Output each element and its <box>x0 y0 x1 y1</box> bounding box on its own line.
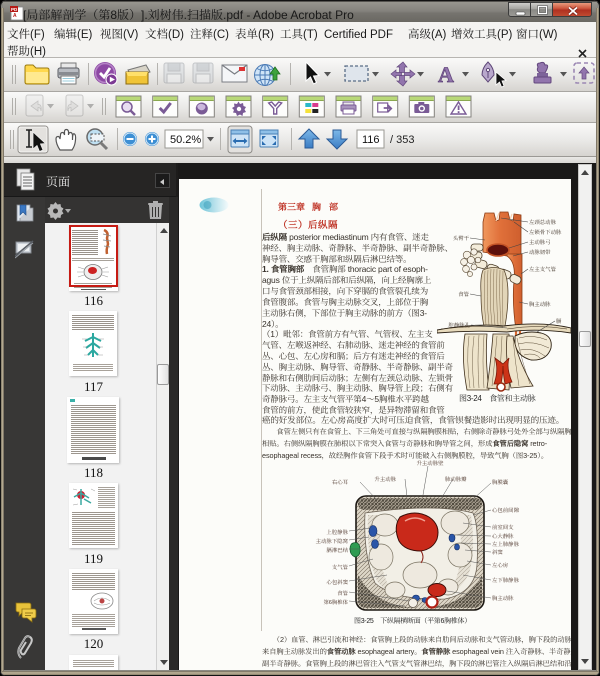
svg-text:斜窦: 斜窦 <box>492 548 503 556</box>
svg-text:左下肺静脉: 左下肺静脉 <box>492 576 520 584</box>
svg-text:心大静脉: 心大静脉 <box>492 532 514 540</box>
svg-text:主动脉下隐窝: 主动脉下隐窝 <box>316 537 349 545</box>
svg-text:肺动脉瓣: 肺动脉瓣 <box>445 475 467 483</box>
svg-text:膈淋巴结: 膈淋巴结 <box>326 546 348 554</box>
svg-text:/ 353: / 353 <box>390 131 414 147</box>
svg-text:升主动脉: 升主动脉 <box>374 475 396 483</box>
svg-text:左锁骨下动脉: 左锁骨下动脉 <box>529 228 562 236</box>
svg-text:上腔静脉: 上腔静脉 <box>326 528 348 536</box>
svg-text:左上肺静脉: 左上肺静脉 <box>492 540 520 548</box>
svg-text:左主支气管: 左主支气管 <box>529 265 557 273</box>
svg-text:A: A <box>438 62 454 87</box>
svg-text:前室间支: 前室间支 <box>492 523 514 531</box>
svg-text:动脉韧带: 动脉韧带 <box>529 248 551 256</box>
svg-text:心包前间隙: 心包前间隙 <box>492 506 520 514</box>
svg-text:左颈总动脉: 左颈总动脉 <box>529 218 557 226</box>
svg-text:第6胸椎体: 第6胸椎体 <box>323 598 348 606</box>
svg-text:支气管: 支气管 <box>332 563 349 571</box>
svg-text:膈: 膈 <box>556 317 562 325</box>
svg-text:右心耳: 右心耳 <box>332 478 349 486</box>
svg-text:心包斜窦: 心包斜窦 <box>326 578 348 586</box>
svg-text:腔静脉孔: 腔静脉孔 <box>448 321 470 329</box>
svg-text:116: 116 <box>362 131 380 147</box>
svg-text:食管: 食管 <box>458 290 469 298</box>
svg-text:胸主动脉: 胸主动脉 <box>492 594 514 602</box>
svg-text:胸主动脉: 胸主动脉 <box>529 300 551 308</box>
svg-text:主动脉弓: 主动脉弓 <box>529 238 551 246</box>
svg-text:50.2%: 50.2% <box>170 131 201 147</box>
svg-text:胸膜囊: 胸膜囊 <box>492 478 509 486</box>
svg-text:左心房: 左心房 <box>492 561 509 569</box>
svg-text:头臂干: 头臂干 <box>453 234 470 242</box>
svg-text:升主动脉壁: 升主动脉壁 <box>417 459 445 467</box>
svg-text:A: A <box>13 12 17 19</box>
svg-text:食管: 食管 <box>337 589 348 597</box>
